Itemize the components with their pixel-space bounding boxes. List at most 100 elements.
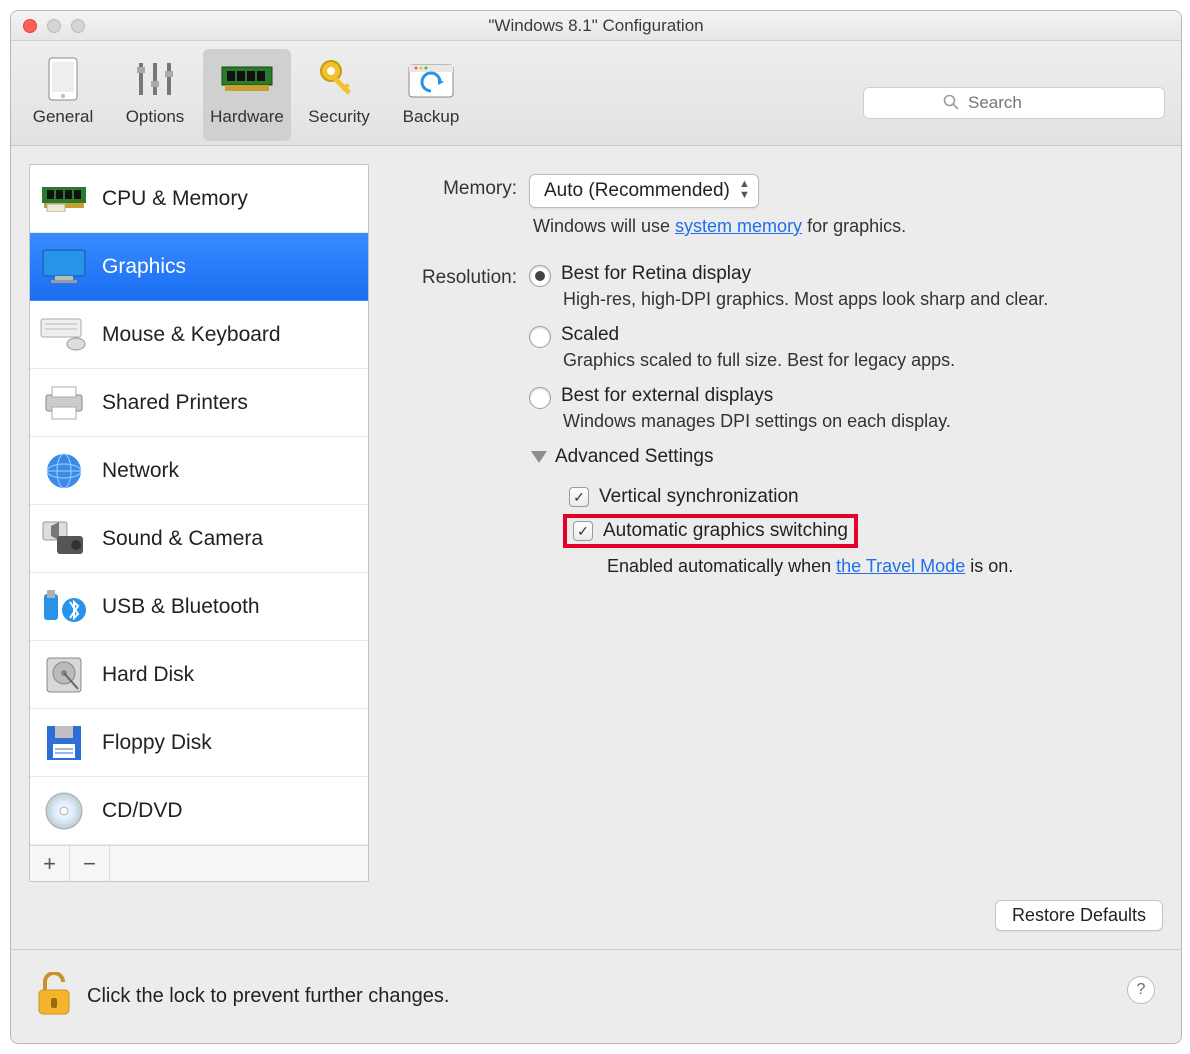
travel-mode-link[interactable]: the Travel Mode [836,556,965,576]
sidebar-footer-spacer [110,846,368,881]
backup-icon [404,55,458,103]
tab-options-label: Options [126,107,185,127]
sidebar-item-graphics[interactable]: Graphics [30,233,368,301]
resolution-option-desc: Graphics scaled to full size. Best for l… [563,350,1123,371]
tab-backup[interactable]: Backup [387,49,475,141]
resolution-option-retina[interactable]: Best for Retina display [529,263,1149,287]
usb-bluetooth-icon [40,586,88,628]
tab-security-label: Security [308,107,369,127]
footer: Click the lock to prevent further change… [11,949,1181,1043]
sidebar-item-label: Floppy Disk [102,731,212,755]
restore-row: Restore Defaults [11,900,1181,949]
triangle-down-icon [531,451,547,463]
sidebar-item-label: Network [102,459,179,483]
phone-icon [36,55,90,103]
vsync-checkbox-row[interactable]: ✓ Vertical synchronization [569,486,1149,508]
resolution-option-desc: High-res, high-DPI graphics. Most apps l… [563,289,1123,310]
hard-disk-icon [40,654,88,696]
sidebar-item-label: USB & Bluetooth [102,595,260,619]
system-memory-link[interactable]: system memory [675,216,802,236]
floppy-icon [40,722,88,764]
search-input[interactable] [863,87,1165,119]
sidebar-item-hard-disk[interactable]: Hard Disk [30,641,368,709]
resolution-option-scaled[interactable]: Scaled [529,324,1149,348]
sidebar-footer: + − [30,845,368,881]
disc-icon [40,790,88,832]
sliders-icon [128,55,182,103]
window-title: "Windows 8.1" Configuration [488,16,703,36]
memory-label: Memory: [397,174,517,200]
lock-icon[interactable] [35,972,73,1021]
restore-defaults-button[interactable]: Restore Defaults [995,900,1163,931]
add-device-button[interactable]: + [30,846,70,881]
config-window: "Windows 8.1" Configuration General Opti… [10,10,1182,1044]
ram-icon [220,55,274,103]
tab-backup-label: Backup [403,107,460,127]
radio-icon [529,326,551,348]
tab-general-label: General [33,107,93,127]
sidebar-item-floppy-disk[interactable]: Floppy Disk [30,709,368,777]
tab-security[interactable]: Security [295,49,383,141]
graphics-panel: Memory: Auto (Recommended) ▲▼ Windows wi… [387,164,1163,882]
minimize-window-button[interactable] [47,19,61,33]
zoom-window-button[interactable] [71,19,85,33]
search-field-wrap [863,87,1165,119]
search-icon [943,94,959,115]
sidebar-item-label: Mouse & Keyboard [102,323,281,347]
tab-hardware-label: Hardware [210,107,284,127]
sidebar-item-label: Sound & Camera [102,527,263,551]
tab-hardware[interactable]: Hardware [203,49,291,141]
sidebar-item-label: CPU & Memory [102,187,248,211]
help-button[interactable]: ? [1127,976,1155,1004]
sidebar-item-label: Shared Printers [102,391,248,415]
checkbox-checked-icon: ✓ [573,521,593,541]
resolution-label: Resolution: [397,263,517,289]
checkbox-checked-icon: ✓ [569,487,589,507]
sidebar-item-label: CD/DVD [102,799,183,823]
radio-icon [529,387,551,409]
resolution-option-label: Scaled [561,324,619,346]
remove-device-button[interactable]: − [70,846,110,881]
resolution-option-external[interactable]: Best for external displays [529,385,1149,409]
toolbar-tabs: General Options Hardware Security [19,49,475,141]
resolution-option-desc: Windows manages DPI settings on each dis… [563,411,1123,432]
sidebar-item-mouse-keyboard[interactable]: Mouse & Keyboard [30,301,368,369]
content-area: CPU & Memory Graphics Mouse & Keyboard S… [11,146,1181,900]
close-window-button[interactable] [23,19,37,33]
sidebar-item-label: Graphics [102,255,186,279]
updown-icon: ▲▼ [739,179,750,201]
autogfx-highlight: ✓ Automatic graphics switching [563,514,858,548]
vsync-label: Vertical synchronization [599,486,799,508]
autogfx-label[interactable]: Automatic graphics switching [603,520,848,542]
autogfx-note: Enabled automatically when the Travel Mo… [607,556,1149,577]
tab-options[interactable]: Options [111,49,199,141]
toolbar: General Options Hardware Security [11,41,1181,146]
memory-select-value: Auto (Recommended) [544,180,730,202]
sidebar-item-cddvd[interactable]: CD/DVD [30,777,368,845]
printer-icon [40,382,88,424]
lock-text: Click the lock to prevent further change… [87,985,449,1008]
resolution-option-label: Best for Retina display [561,263,751,285]
radio-icon [529,265,551,287]
sidebar-item-sound-camera[interactable]: Sound & Camera [30,505,368,573]
memory-select[interactable]: Auto (Recommended) ▲▼ [529,174,759,208]
sidebar-item-network[interactable]: Network [30,437,368,505]
sidebar-item-label: Hard Disk [102,663,194,687]
tab-general[interactable]: General [19,49,107,141]
keyboard-mouse-icon [40,314,88,356]
advanced-settings-label: Advanced Settings [555,446,713,468]
advanced-settings-disclosure[interactable]: Advanced Settings [531,446,1149,468]
traffic-lights [23,19,85,33]
titlebar: "Windows 8.1" Configuration [11,11,1181,41]
sidebar-item-printers[interactable]: Shared Printers [30,369,368,437]
globe-icon [40,450,88,492]
sidebar-item-cpu-memory[interactable]: CPU & Memory [30,165,368,233]
sound-camera-icon [40,518,88,560]
sidebar-list: CPU & Memory Graphics Mouse & Keyboard S… [30,165,368,845]
memory-hint: Windows will use system memory for graph… [533,216,1149,237]
resolution-option-label: Best for external displays [561,385,773,407]
monitor-icon [40,246,88,288]
sidebar-item-usb-bluetooth[interactable]: USB & Bluetooth [30,573,368,641]
hardware-sidebar: CPU & Memory Graphics Mouse & Keyboard S… [29,164,369,882]
ram-small-icon [40,178,88,220]
